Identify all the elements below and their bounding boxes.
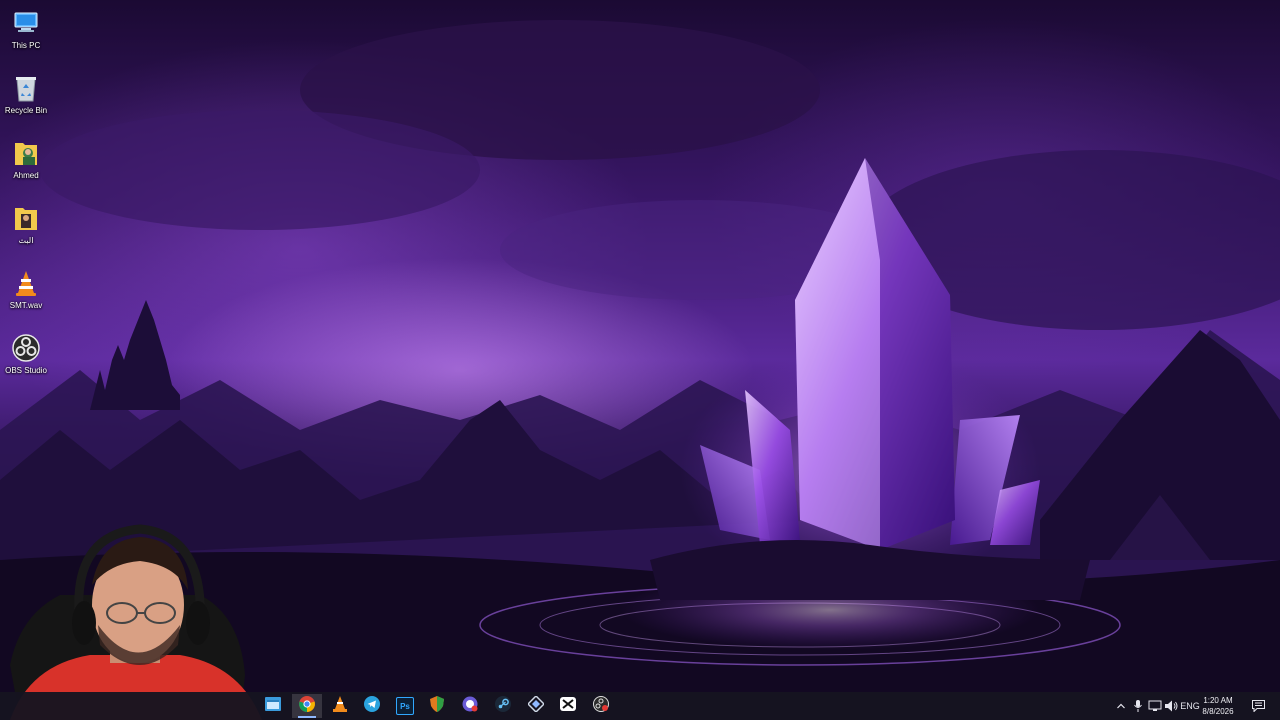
diamond-icon	[526, 694, 546, 717]
taskbar-app-diamond[interactable]	[521, 694, 551, 718]
taskbar-app-capcut[interactable]	[553, 694, 583, 718]
folder-icon	[11, 203, 41, 233]
clock-time: 1:20 AM	[1203, 696, 1233, 705]
taskbar-app-shield[interactable]	[422, 694, 452, 718]
taskbar-app-photoshop[interactable]: Ps	[390, 694, 420, 718]
desktop-icon-smt-wav[interactable]: SMT.wav	[0, 262, 52, 324]
taskbar-app-obs-recording[interactable]	[586, 694, 616, 718]
telegram-icon	[364, 695, 380, 717]
taskbar-app-telegram[interactable]	[357, 694, 387, 718]
desktop-icon-recycle-bin[interactable]: Recycle Bin	[0, 67, 52, 129]
chrome-icon	[299, 695, 315, 717]
desktop-icon-label: البث	[18, 236, 34, 245]
taskbar-app-vlc[interactable]	[325, 694, 355, 718]
clock-date: 8/8/2026	[1202, 707, 1234, 716]
desktop-icon-label: This PC	[11, 41, 41, 50]
capcut-icon	[560, 696, 576, 716]
desktop-icon-label: SMT.wav	[9, 301, 43, 310]
steam-icon	[495, 695, 511, 717]
active-app-indicator	[298, 716, 316, 718]
desktop-icon-obs-studio[interactable]: OBS Studio	[0, 327, 52, 389]
file-explorer-icon	[265, 696, 281, 716]
webcam-person-image	[10, 524, 262, 720]
taskbar: Ps ENG 1:20 AM 8/8/2026	[0, 692, 1280, 720]
recycle-bin-icon	[11, 73, 41, 103]
desktop-icon-ahmed[interactable]: Ahmed	[0, 132, 52, 194]
network-icon[interactable]	[1147, 696, 1163, 716]
desktop-icon-label: Ahmed	[13, 171, 39, 180]
desktop-icon-this-pc[interactable]: This PC	[0, 2, 52, 64]
action-center-notification-icon[interactable]	[1248, 696, 1268, 716]
taskbar-app-steam[interactable]	[488, 694, 518, 718]
taskbar-app-file-explorer[interactable]	[258, 694, 288, 718]
desktop-icon-stream-folder[interactable]: البث	[0, 197, 52, 259]
obs-studio-icon	[11, 333, 41, 363]
chat-bubble-icon	[462, 696, 478, 717]
shield-icon	[430, 695, 444, 717]
volume-icon[interactable]	[1164, 696, 1180, 716]
computer-icon	[11, 8, 41, 38]
vlc-cone-icon	[11, 268, 41, 298]
user-folder-icon	[11, 138, 41, 168]
microphone-icon[interactable]	[1131, 696, 1145, 716]
obs-recording-icon	[593, 695, 609, 717]
vlc-cone-icon	[333, 695, 347, 717]
desktop-icon-label: Recycle Bin	[4, 106, 48, 115]
show-hidden-icons-chevron-up-icon[interactable]	[1115, 696, 1127, 716]
photoshop-icon: Ps	[396, 697, 414, 715]
desktop-icon-label: OBS Studio	[5, 366, 47, 375]
webcam-overlay	[0, 515, 262, 720]
taskbar-app-chrome[interactable]	[292, 694, 322, 718]
taskbar-app-chat[interactable]	[455, 694, 485, 718]
taskbar-clock[interactable]: 1:20 AM 8/8/2026	[1196, 695, 1240, 717]
